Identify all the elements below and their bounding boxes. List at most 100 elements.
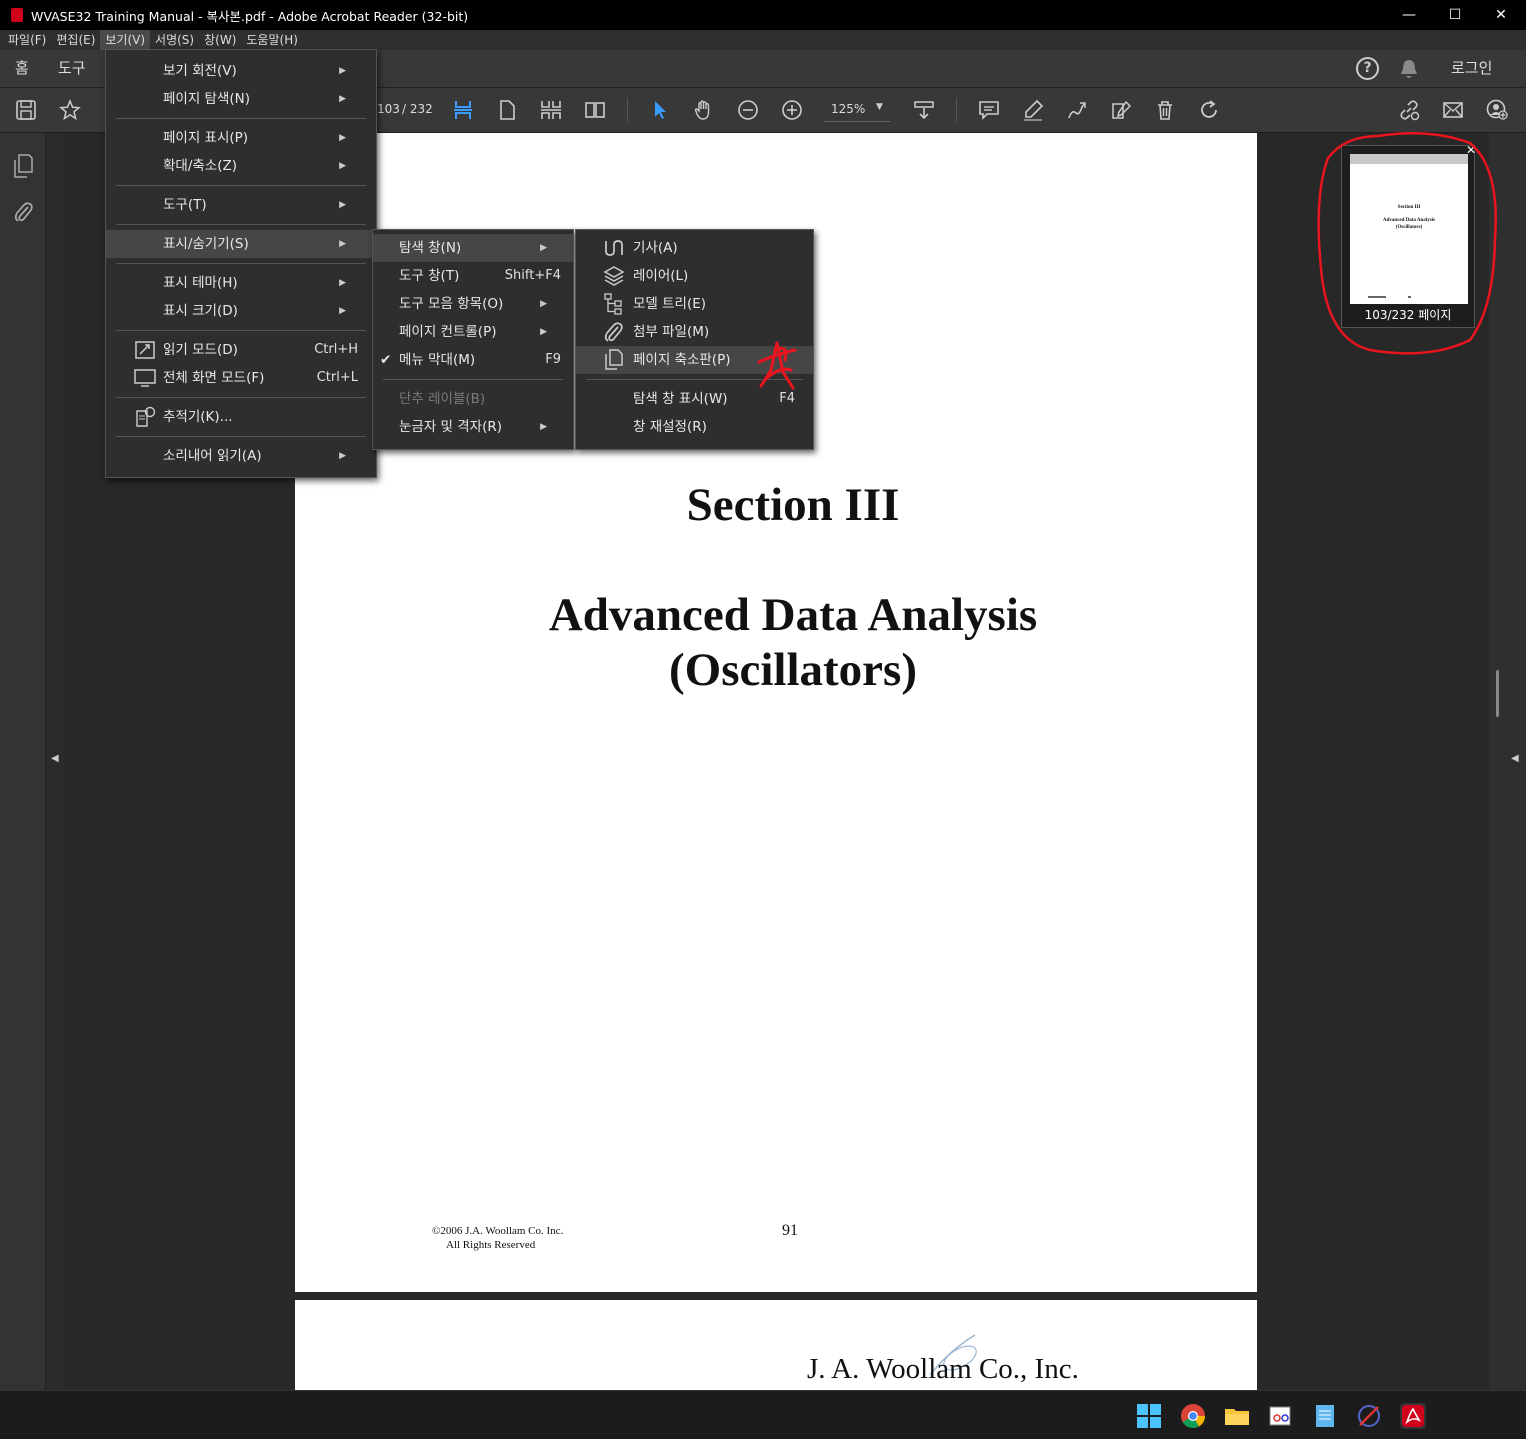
zoom-out-icon[interactable] bbox=[736, 98, 760, 122]
menu-help[interactable]: 도움말(H) bbox=[241, 30, 303, 50]
menu-read-aloud[interactable]: 소리내어 읽기(A) ▶ bbox=[106, 442, 376, 470]
hand-tool-icon[interactable] bbox=[692, 98, 716, 122]
document-title-line2: (Oscillators) bbox=[669, 644, 917, 696]
window-title: WVASE32 Training Manual - 복사본.pdf - Adob… bbox=[31, 8, 469, 24]
zoom-dropdown[interactable]: 125% ▼ bbox=[824, 100, 890, 122]
section-heading: Section III bbox=[686, 479, 900, 531]
left-panel-collapse-strip[interactable]: ◀ bbox=[46, 133, 65, 1390]
page-thumbnails-icon[interactable] bbox=[12, 153, 34, 179]
menu-page-navigation[interactable]: 페이지 탐색(N) ▶ bbox=[106, 85, 376, 113]
view-menu: 보기 회전(V) ▶ 페이지 탐색(N) ▶ 페이지 표시(P) ▶ 확대/축소(Z)… bbox=[105, 49, 377, 478]
app-icon[interactable] bbox=[1356, 1403, 1382, 1429]
menu-tracker[interactable]: 추적기(K)... bbox=[106, 403, 376, 431]
menu-file[interactable]: 파일(F) bbox=[3, 30, 51, 50]
file-explorer-icon[interactable] bbox=[1224, 1403, 1250, 1429]
menu-show-hide[interactable]: 표시/숨기기(S) ▶ bbox=[106, 230, 376, 258]
next-page-header: J. A. Woollam Co., Inc. bbox=[807, 1353, 1079, 1385]
menu-window[interactable]: 창(W) bbox=[199, 30, 241, 50]
menu-reset-panes[interactable]: 창 재설정(R) bbox=[576, 413, 813, 441]
red-star-annotation bbox=[757, 341, 797, 390]
tab-home[interactable]: 홈 bbox=[15, 50, 29, 88]
close-button[interactable]: ✕ bbox=[1478, 0, 1524, 30]
checkmark-icon: ✔ bbox=[380, 352, 392, 368]
star-icon[interactable] bbox=[58, 98, 82, 122]
select-cursor-icon[interactable] bbox=[648, 98, 672, 122]
two-page-icon[interactable] bbox=[583, 98, 607, 122]
maximize-button[interactable]: ☐ bbox=[1432, 0, 1478, 30]
menu-bar: 파일(F) 편집(E) 보기(V) 서명(S) 창(W) 도움말(H) bbox=[0, 30, 1526, 50]
menu-page-display[interactable]: 페이지 표시(P) ▶ bbox=[106, 124, 376, 152]
menu-articles[interactable]: 기사(A) bbox=[576, 234, 813, 262]
full-screen-icon bbox=[134, 369, 156, 387]
acrobat-app-icon bbox=[11, 8, 23, 22]
page-thumbnails-icon bbox=[605, 349, 623, 370]
signin-button[interactable]: 로그인 bbox=[1451, 50, 1492, 88]
menu-menu-bar[interactable]: ✔ 메뉴 막대(M) F9 bbox=[373, 346, 573, 374]
comment-icon[interactable] bbox=[977, 98, 1001, 122]
pdf-page-next: J. A. Woollam Co., Inc. bbox=[295, 1300, 1257, 1390]
menu-page-controls[interactable]: 페이지 컨트롤(P) ▶ bbox=[373, 318, 573, 346]
layers-icon bbox=[603, 266, 625, 286]
menu-toolbar-items[interactable]: 도구 모음 항목(O) ▶ bbox=[373, 290, 573, 318]
title-bar: WVASE32 Training Manual - 복사본.pdf - Adob… bbox=[0, 0, 1526, 30]
acrobat-taskbar-icon[interactable] bbox=[1400, 1403, 1426, 1429]
copyright-line1: ©2006 J.A. Woollam Co. Inc. bbox=[432, 1225, 564, 1237]
menu-zoom[interactable]: 확대/축소(Z) ▶ bbox=[106, 152, 376, 180]
page-number: 91 bbox=[782, 1222, 798, 1239]
menu-navigation-panes[interactable]: 탐색 창(N) ▶ bbox=[373, 234, 573, 262]
single-page-icon[interactable] bbox=[495, 98, 519, 122]
red-annotation-circle bbox=[1317, 132, 1497, 355]
menu-display-size[interactable]: 표시 크기(D) ▶ bbox=[106, 297, 376, 325]
minimize-button[interactable]: — bbox=[1386, 0, 1432, 30]
bell-icon[interactable] bbox=[1399, 58, 1419, 80]
two-page-scroll-icon[interactable] bbox=[539, 98, 563, 122]
reading-mode-icon bbox=[135, 341, 155, 359]
document-title-line1: Advanced Data Analysis bbox=[548, 589, 1038, 641]
article-icon bbox=[605, 240, 623, 256]
menu-tools-pane[interactable]: 도구 창(T) Shift+F4 bbox=[373, 262, 573, 290]
snipping-tool-icon[interactable] bbox=[1268, 1403, 1294, 1429]
expand-left-icon[interactable]: ◀ bbox=[51, 753, 59, 764]
menu-edit[interactable]: 편집(E) bbox=[51, 30, 100, 50]
share-link-icon[interactable] bbox=[1397, 98, 1421, 122]
notepad-icon[interactable] bbox=[1312, 1403, 1338, 1429]
menu-reading-mode[interactable]: 읽기 모드(D) Ctrl+H bbox=[106, 336, 376, 364]
menu-view[interactable]: 보기(V) bbox=[100, 30, 151, 50]
chrome-icon[interactable] bbox=[1180, 1403, 1206, 1429]
menu-layers[interactable]: 레이어(L) bbox=[576, 262, 813, 290]
windows-start-icon[interactable] bbox=[1136, 1403, 1162, 1429]
rotate-icon[interactable] bbox=[1197, 98, 1221, 122]
expand-right-icon[interactable]: ◀ bbox=[1511, 753, 1519, 764]
draw-icon[interactable] bbox=[1065, 98, 1089, 122]
tracker-icon bbox=[136, 406, 156, 427]
copyright-line2: All Rights Reserved bbox=[446, 1239, 536, 1251]
menu-tools[interactable]: 도구(T) ▶ bbox=[106, 191, 376, 219]
left-nav-pane bbox=[0, 133, 46, 1390]
page-number-total: / 232 bbox=[402, 102, 433, 116]
highlight-icon[interactable] bbox=[1021, 98, 1045, 122]
paperclip-icon bbox=[604, 322, 623, 342]
email-icon[interactable] bbox=[1441, 98, 1465, 122]
menu-rotate-view[interactable]: 보기 회전(V) ▶ bbox=[106, 57, 376, 85]
menu-rulers-grids[interactable]: 눈금자 및 격자(R) ▶ bbox=[373, 413, 573, 441]
help-icon[interactable]: ? bbox=[1356, 57, 1379, 80]
menu-sign[interactable]: 서명(S) bbox=[150, 30, 199, 50]
page-number-current[interactable]: 103 bbox=[377, 102, 400, 116]
menu-display-theme[interactable]: 표시 테마(H) ▶ bbox=[106, 269, 376, 297]
tab-tools[interactable]: 도구 bbox=[58, 50, 86, 88]
attachments-icon[interactable] bbox=[12, 199, 34, 225]
zoom-value: 125% bbox=[831, 102, 866, 116]
add-user-icon[interactable] bbox=[1485, 98, 1509, 122]
save-icon[interactable] bbox=[14, 98, 38, 122]
single-page-scroll-icon[interactable] bbox=[451, 98, 475, 122]
zoom-in-icon[interactable] bbox=[780, 98, 804, 122]
model-tree-icon bbox=[604, 293, 622, 315]
vertical-scrollbar-thumb[interactable] bbox=[1496, 670, 1499, 717]
delete-icon[interactable] bbox=[1153, 98, 1177, 122]
fit-page-icon[interactable] bbox=[912, 98, 936, 122]
show-hide-submenu: 탐색 창(N) ▶ 도구 창(T) Shift+F4 도구 모음 항목(O) ▶ 페이… bbox=[372, 229, 574, 450]
edit-text-icon[interactable] bbox=[1109, 98, 1133, 122]
taskbar bbox=[0, 1390, 1526, 1439]
menu-full-screen-mode[interactable]: 전체 화면 모드(F) Ctrl+L bbox=[106, 364, 376, 392]
menu-model-tree[interactable]: 모델 트리(E) bbox=[576, 290, 813, 318]
